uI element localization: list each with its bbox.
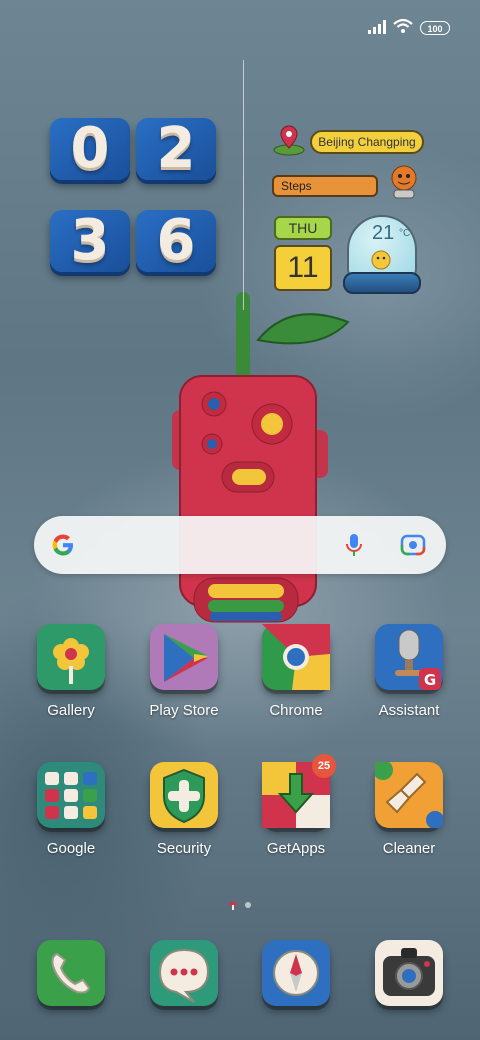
pumpkin-runner-icon <box>391 165 417 199</box>
messages-icon <box>150 940 218 1006</box>
dock-browser[interactable] <box>246 940 346 1006</box>
temperature-value: 21 <box>372 222 395 244</box>
app-label: Play Store <box>149 702 219 719</box>
assistant-icon: G <box>375 624 443 690</box>
temperature-unit: °C <box>399 228 411 239</box>
microphone-icon[interactable] <box>342 532 366 558</box>
clock-minute-ones: 6 <box>136 210 216 272</box>
clock-hour-ones: 2 <box>136 118 216 180</box>
play-store-icon <box>150 624 218 690</box>
phone-icon <box>37 940 105 1006</box>
svg-text:G: G <box>424 671 436 689</box>
steps-label: Steps <box>272 175 378 197</box>
security-icon <box>150 762 218 828</box>
chrome-icon <box>262 624 330 690</box>
app-label: Google <box>46 840 96 857</box>
home-page-dot <box>228 901 238 905</box>
dock-camera[interactable] <box>359 940 459 1006</box>
divider-line <box>243 60 244 310</box>
app-label: Chrome <box>269 702 323 719</box>
wifi-icon <box>393 18 413 33</box>
notification-badge: 25 <box>312 754 336 778</box>
google-folder-icon <box>37 762 105 828</box>
clock-minute-tens: 3 <box>50 210 130 272</box>
gallery-icon <box>37 624 105 690</box>
cleaner-icon <box>373 760 444 829</box>
sun-icon <box>371 250 391 270</box>
app-assistant[interactable]: G Assistant <box>359 624 459 719</box>
app-label: GetApps <box>266 840 326 857</box>
google-lens-icon[interactable] <box>400 533 426 557</box>
camera-icon <box>375 940 443 1006</box>
location-label: Beijing Changping <box>310 130 424 154</box>
google-logo-icon <box>52 534 73 556</box>
app-chrome[interactable]: Chrome <box>246 624 346 719</box>
weather-globe-base <box>343 272 421 294</box>
clock-hour-tens: 0 <box>50 118 130 180</box>
google-search-bar[interactable] <box>34 516 446 574</box>
signal-icon <box>368 20 386 34</box>
page-indicator[interactable] <box>226 898 256 912</box>
app-label: Cleaner <box>382 840 436 857</box>
app-cleaner[interactable]: Cleaner <box>359 760 459 857</box>
app-play-store[interactable]: Play Store <box>134 624 234 719</box>
app-google-folder[interactable]: Google <box>21 762 121 857</box>
app-label: Security <box>156 840 212 857</box>
app-gallery[interactable]: Gallery <box>21 624 121 719</box>
browser-icon <box>262 940 330 1006</box>
getapps-icon: 25 <box>262 754 336 828</box>
dock-phone[interactable] <box>21 940 121 1006</box>
status-bar: 100 <box>0 0 480 56</box>
day-number: 11 <box>274 245 332 291</box>
weekday-label: THU <box>274 216 332 240</box>
page-dot <box>245 902 251 908</box>
battery-indicator: 100 <box>420 21 450 35</box>
location-pin-icon <box>273 125 305 156</box>
app-label: Gallery <box>47 702 95 719</box>
dock-messages[interactable] <box>134 940 234 1006</box>
app-security[interactable]: Security <box>134 762 234 857</box>
app-getapps[interactable]: 25 GetApps <box>246 754 346 857</box>
app-label: Assistant <box>378 702 440 719</box>
